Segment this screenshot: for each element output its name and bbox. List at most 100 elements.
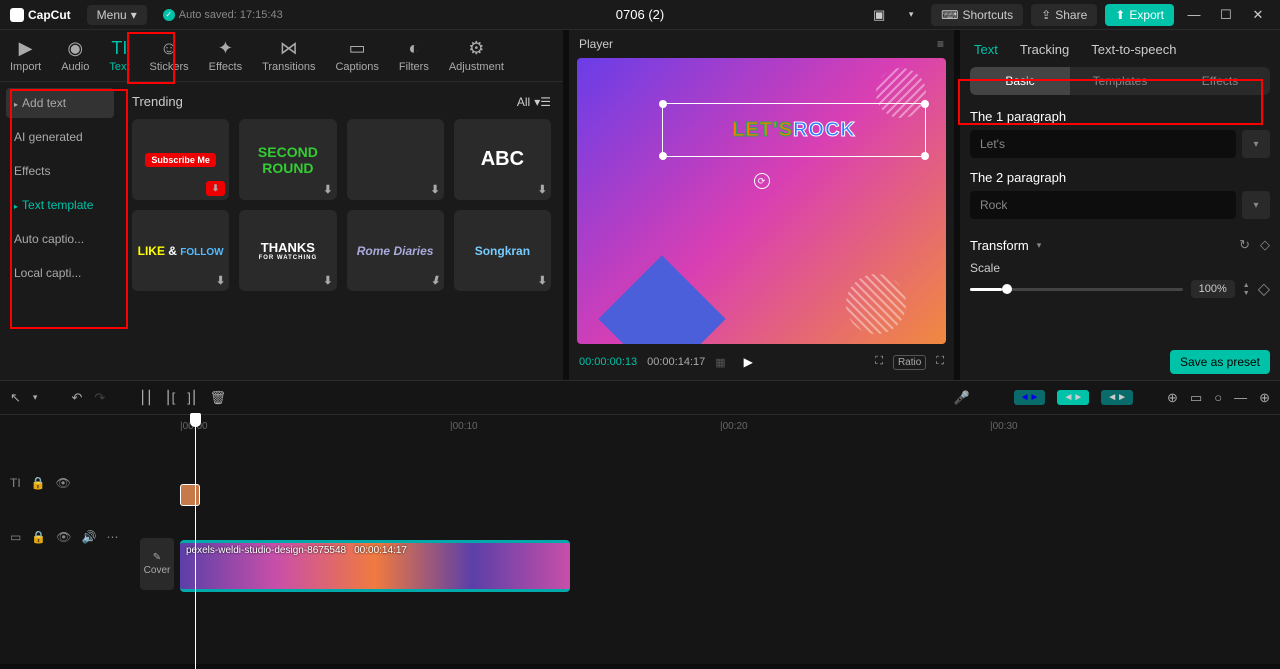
tab-import[interactable]: ▶Import [0, 30, 51, 81]
keyframe-icon[interactable]: ◇ [1258, 279, 1270, 299]
resize-handle[interactable] [921, 100, 929, 108]
paragraph2-dropdown[interactable]: ▾ [1242, 191, 1270, 219]
download-icon[interactable]: ⬇ [431, 274, 440, 287]
transform-header[interactable]: Transform ▾ ↻ ◇ [970, 237, 1270, 253]
mic-icon[interactable]: 🎤 [953, 390, 969, 406]
sidebar-local-captions[interactable]: Local capti... [6, 258, 114, 288]
text-selection-box[interactable]: LET'SROCK [662, 103, 926, 157]
align-icon[interactable]: ⊕ [1167, 390, 1178, 406]
layout-icon[interactable]: ▣ [867, 3, 891, 27]
redo-button[interactable]: ↷ [94, 390, 105, 406]
sidebar-add-text[interactable]: ▸Add text [6, 88, 114, 118]
download-icon[interactable]: ⬇ [216, 274, 225, 287]
zoom-slider[interactable]: — [1234, 390, 1247, 405]
split-tool[interactable]: ⎮⎮ [139, 390, 153, 406]
tab-adjustment[interactable]: ⚙Adjustment [439, 30, 514, 81]
minimize-icon[interactable]: — [1182, 3, 1206, 27]
undo-button[interactable]: ↶ [71, 390, 82, 406]
fullscreen-icon[interactable]: ⛶ [936, 355, 944, 370]
paragraph2-input[interactable] [970, 191, 1236, 219]
sidebar-effects[interactable]: Effects [6, 156, 114, 186]
grid-icon[interactable]: ▦ [715, 356, 725, 369]
paragraph1-input[interactable] [970, 130, 1236, 158]
save-preset-button[interactable]: Save as preset [1170, 350, 1270, 374]
subtab-templates[interactable]: Templates [1070, 67, 1170, 95]
play-button[interactable]: ▶ [744, 355, 753, 369]
download-icon[interactable]: ⬇ [323, 183, 332, 196]
tab-captions[interactable]: ▭Captions [325, 30, 388, 81]
paragraph1-dropdown[interactable]: ▾ [1242, 130, 1270, 158]
toggle-b[interactable]: ◄► [1057, 390, 1089, 405]
download-icon[interactable]: ⬇ [431, 183, 440, 196]
eye-icon[interactable]: 👁 [56, 530, 71, 544]
sidebar-text-template[interactable]: ▸Text template [6, 190, 114, 220]
toggle-c[interactable]: ◄► [1101, 390, 1133, 405]
subtab-effects[interactable]: Effects [1170, 67, 1270, 95]
maximize-icon[interactable]: ☐ [1214, 3, 1238, 27]
trim-right-tool[interactable]: ]⎮ [187, 390, 197, 406]
close-icon[interactable]: ✕ [1246, 3, 1270, 27]
slider-thumb[interactable] [1002, 284, 1012, 294]
download-icon[interactable]: ⬇ [538, 274, 547, 287]
eye-icon[interactable]: 👁 [56, 476, 71, 490]
chevron-down-icon[interactable]: ▾ [899, 3, 923, 27]
hamburger-icon[interactable]: ≡ [937, 37, 944, 51]
template-card[interactable]: Subscribe Me⬇ [132, 119, 229, 200]
tab-text-props[interactable]: Text [974, 42, 998, 57]
record-icon[interactable]: ▭ [1190, 390, 1202, 406]
timeline-ruler[interactable]: |00:00 |00:10 |00:20 |00:30 [0, 415, 1280, 439]
filter-all[interactable]: All ▾☰ [517, 95, 551, 109]
reset-icon[interactable]: ↻ [1239, 237, 1250, 253]
toggle-a[interactable]: ◄► [1014, 390, 1046, 405]
export-button[interactable]: ⬆ Export [1105, 4, 1174, 26]
template-card[interactable]: Rome Diaries⬇ [347, 210, 444, 291]
cover-button[interactable]: ✎ Cover [140, 538, 174, 590]
more-icon[interactable]: ⋯ [106, 530, 118, 544]
template-card[interactable]: SECOND ROUND⬇ [239, 119, 336, 200]
scale-stepper[interactable]: ▲▼ [1243, 282, 1250, 297]
tab-effects[interactable]: ✦Effects [199, 30, 252, 81]
tab-tracking[interactable]: Tracking [1020, 42, 1069, 57]
playhead-handle[interactable] [190, 413, 201, 427]
scale-slider[interactable] [970, 288, 1183, 291]
tab-transitions[interactable]: ⋈Transitions [252, 30, 325, 81]
playhead[interactable] [195, 415, 196, 669]
delete-tool[interactable]: 🗑 [210, 390, 227, 406]
sidebar-auto-captions[interactable]: Auto captio... [6, 224, 114, 254]
tab-text[interactable]: TIText [99, 30, 139, 81]
share-button[interactable]: ⇪ Share [1031, 4, 1097, 26]
template-card[interactable]: THANKSFOR WATCHING⬇ [239, 210, 336, 291]
tab-audio[interactable]: ◉Audio [51, 30, 99, 81]
ratio-button[interactable]: Ratio [893, 355, 926, 370]
video-clip[interactable]: pexels-weldi-studio-design-8675548 00:00… [180, 540, 570, 592]
crop-icon[interactable]: ⛶ [875, 355, 883, 370]
resize-handle[interactable] [921, 152, 929, 160]
menu-button[interactable]: Menu ▾ [87, 5, 147, 25]
mute-icon[interactable]: 🔊 [82, 530, 97, 544]
tab-filters[interactable]: ◐Filters [389, 30, 439, 81]
shortcuts-button[interactable]: ⌨ Shortcuts [931, 4, 1023, 26]
rotate-icon[interactable]: ⟳ [754, 173, 770, 189]
resize-handle[interactable] [659, 100, 667, 108]
download-icon[interactable]: ⬇ [323, 274, 332, 287]
zoom-out-icon[interactable]: ○ [1214, 390, 1222, 405]
sidebar-ai-generated[interactable]: AI generated [6, 122, 114, 152]
resize-handle[interactable] [659, 152, 667, 160]
keyframe-icon[interactable]: ◇ [1260, 237, 1270, 253]
lock-icon[interactable]: 🔒 [31, 530, 46, 544]
template-card[interactable]: Songkran⬇ [454, 210, 551, 291]
chevron-down-icon[interactable]: ▾ [33, 392, 38, 403]
template-card[interactable]: ⬇ [347, 119, 444, 200]
trim-left-tool[interactable]: ⎮[ [165, 390, 175, 406]
tab-stickers[interactable]: ☺Stickers [140, 30, 199, 81]
template-card[interactable]: ABC⬇ [454, 119, 551, 200]
player-preview[interactable]: LET'SROCK ⟳ [577, 58, 946, 344]
download-icon[interactable]: ⬇ [206, 181, 226, 196]
tab-tts[interactable]: Text-to-speech [1091, 42, 1176, 57]
download-icon[interactable]: ⬇ [538, 183, 547, 196]
lock-icon[interactable]: 🔒 [31, 476, 46, 490]
zoom-in-icon[interactable]: ⊕ [1259, 390, 1270, 406]
subtab-basic[interactable]: Basic [970, 67, 1070, 95]
text-clip[interactable] [180, 484, 200, 506]
template-card[interactable]: LIKE & FOLLOW⬇ [132, 210, 229, 291]
